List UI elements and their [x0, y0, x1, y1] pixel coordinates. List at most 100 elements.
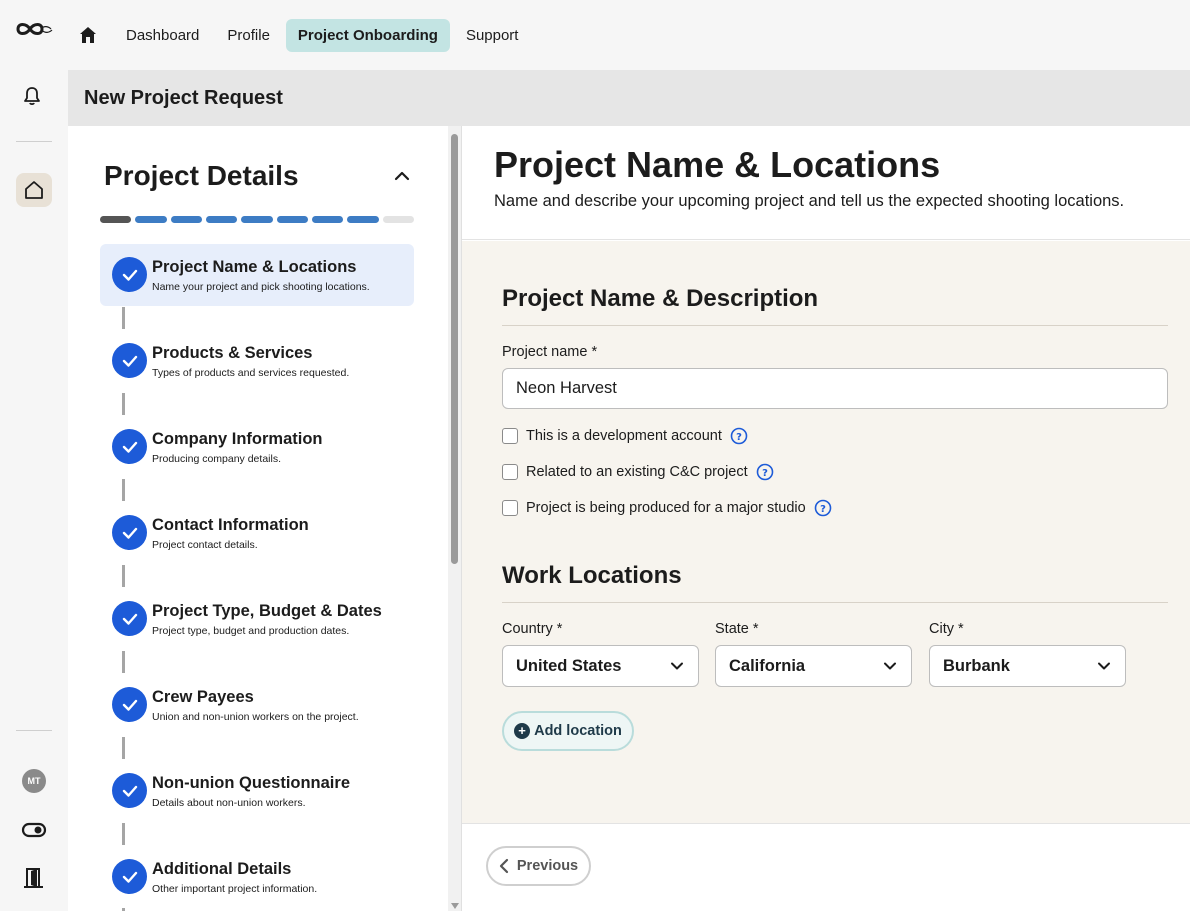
top-nav: Dashboard Profile Project Onboarding Sup… [68, 0, 1190, 70]
rail-divider [16, 730, 52, 731]
section-divider [502, 325, 1168, 326]
project-name-label: Project name * [502, 344, 598, 360]
check-icon [112, 859, 147, 894]
step-products-services[interactable]: Products & Services Types of products an… [100, 330, 414, 392]
nav-project-onboarding[interactable]: Project Onboarding [285, 18, 450, 52]
check-icon [112, 601, 147, 636]
form-header: Project Name & Locations Name and descri… [462, 126, 1190, 240]
chevron-down-icon [884, 662, 896, 670]
nav-support[interactable]: Support [454, 19, 531, 52]
progress-segment [170, 216, 202, 223]
section-divider [502, 602, 1168, 603]
project-name-input[interactable] [502, 368, 1168, 409]
step-subtitle: Other important project information. [152, 883, 318, 895]
checkbox-label: Project is being produced for a major st… [526, 500, 806, 516]
home-icon[interactable] [78, 25, 98, 45]
checkbox[interactable] [502, 500, 518, 516]
step-connector [122, 307, 125, 329]
city-label: City * [929, 621, 964, 637]
form-body: Project Name & Description Project name … [462, 241, 1190, 823]
state-value: California [729, 657, 806, 675]
toggle-icon[interactable] [21, 819, 47, 841]
check-icon [112, 773, 147, 808]
step-project-type-budget-dates[interactable]: Project Type, Budget & Dates Project typ… [100, 588, 414, 650]
scrollbar-thumb[interactable] [451, 134, 458, 564]
checkbox[interactable] [502, 428, 518, 444]
form-title: Project Name & Locations [494, 144, 941, 185]
svg-text:?: ? [762, 468, 768, 479]
checkbox-development-account[interactable]: This is a development account ? [502, 427, 748, 445]
check-icon [112, 429, 147, 464]
nav-dashboard[interactable]: Dashboard [114, 19, 211, 52]
progress-segment [205, 216, 238, 223]
steps-scrollbar[interactable] [448, 126, 462, 911]
checkbox-major-studio[interactable]: Project is being produced for a major st… [502, 499, 832, 517]
step-connector [122, 823, 125, 845]
checkbox-label: Related to an existing C&C project [526, 464, 748, 480]
left-rail: MT [0, 0, 68, 911]
step-title: Contact Information [152, 516, 309, 534]
step-connector [122, 737, 125, 759]
progress-segment [276, 216, 308, 223]
step-subtitle: Producing company details. [152, 453, 281, 465]
step-title: Additional Details [152, 860, 292, 878]
form-subtitle: Name and describe your upcoming project … [494, 192, 1125, 210]
step-contact-information[interactable]: Contact Information Project contact deta… [100, 502, 414, 564]
country-select[interactable]: United States [502, 645, 699, 687]
chevron-down-icon [671, 662, 683, 670]
chevron-left-icon [499, 858, 508, 874]
step-subtitle: Types of products and services requested… [152, 367, 350, 379]
checkbox-existing-project[interactable]: Related to an existing C&C project ? [502, 463, 774, 481]
page-header: New Project Request [68, 70, 1190, 126]
check-icon [112, 687, 147, 722]
help-circle-icon[interactable]: ? [730, 427, 748, 445]
home-icon [25, 181, 43, 199]
progress-segment [135, 216, 167, 223]
exit-door-icon[interactable] [23, 866, 45, 890]
progress-segment [311, 216, 344, 223]
svg-text:?: ? [820, 504, 826, 515]
chevron-up-icon[interactable] [392, 166, 412, 186]
rail-home-button[interactable] [16, 173, 52, 207]
previous-label: Previous [516, 858, 579, 874]
step-connector [122, 565, 125, 587]
step-non-union-questionnaire[interactable]: Non-union Questionnaire Details about no… [100, 760, 414, 822]
svg-text:?: ? [736, 432, 742, 443]
main-content: Project Name & Locations Name and descri… [462, 126, 1190, 911]
step-title: Project Type, Budget & Dates [152, 602, 382, 620]
step-subtitle: Details about non-union workers. [152, 797, 306, 809]
step-title: Company Information [152, 430, 323, 448]
avatar[interactable]: MT [22, 769, 46, 793]
step-crew-payees[interactable]: Crew Payees Union and non-union workers … [100, 674, 414, 736]
city-select[interactable]: Burbank [929, 645, 1126, 687]
chevron-down-icon [1098, 662, 1110, 670]
help-circle-icon[interactable]: ? [756, 463, 774, 481]
checkbox[interactable] [502, 464, 518, 480]
section-title-work-locations: Work Locations [502, 562, 682, 589]
steps-panel: Project Details Project Name & Locations… [68, 126, 448, 911]
brand-logo-icon[interactable] [14, 18, 54, 40]
steps-progress-bar [100, 216, 414, 223]
bell-icon[interactable] [20, 84, 44, 108]
step-company-information[interactable]: Company Information Producing company de… [100, 416, 414, 478]
step-connector [122, 651, 125, 673]
nav-profile[interactable]: Profile [215, 19, 282, 52]
help-circle-icon[interactable]: ? [814, 499, 832, 517]
add-location-button[interactable]: + Add location [502, 711, 634, 751]
country-value: United States [516, 657, 622, 675]
step-title: Non-union Questionnaire [152, 774, 350, 792]
step-project-name-locations[interactable]: Project Name & Locations Name your proje… [100, 244, 414, 306]
page-title: New Project Request [84, 86, 283, 109]
state-label: State * [715, 621, 759, 637]
step-subtitle: Project contact details. [152, 539, 258, 551]
scroll-down-arrow-icon[interactable] [451, 903, 459, 909]
country-label: Country * [502, 621, 563, 637]
step-title: Products & Services [152, 344, 313, 362]
progress-segment [241, 216, 273, 223]
previous-button[interactable]: Previous [486, 846, 591, 886]
check-icon [112, 257, 147, 292]
step-title: Crew Payees [152, 688, 254, 706]
step-connector [122, 479, 125, 501]
step-additional-details[interactable]: Additional Details Other important proje… [100, 846, 414, 908]
state-select[interactable]: California [715, 645, 912, 687]
